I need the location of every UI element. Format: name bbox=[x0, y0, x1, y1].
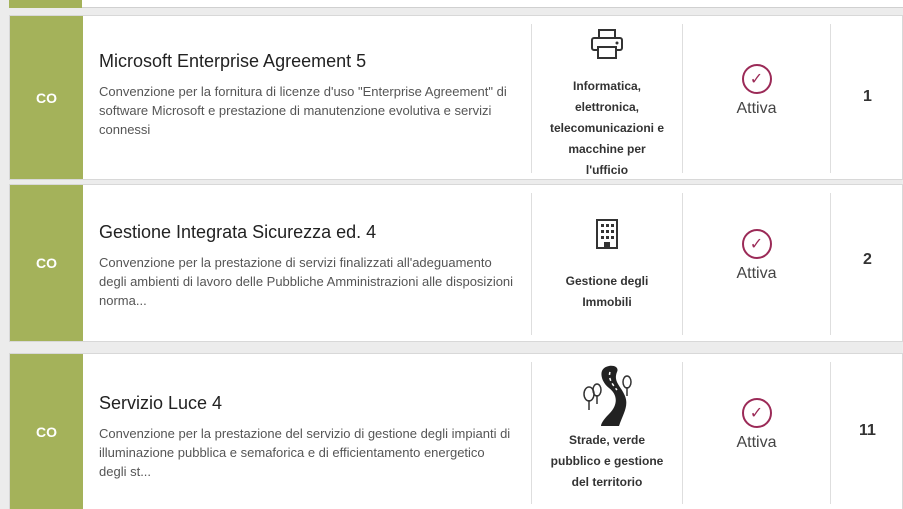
card-main: Microsoft Enterprise Agreement 5 Convenz… bbox=[83, 16, 531, 179]
card-title[interactable]: Microsoft Enterprise Agreement 5 bbox=[99, 50, 515, 72]
status-label: Attiva bbox=[736, 434, 777, 451]
status-column: ✓ Attiva bbox=[682, 193, 830, 335]
card-main: Servizio Luce 4 Convenzione per la prest… bbox=[83, 354, 531, 509]
convention-card[interactable]: CO Gestione Integrata Sicurezza ed. 4 Co… bbox=[9, 184, 903, 342]
category-column: Gestione degli Immobili bbox=[531, 193, 682, 335]
status-label: Attiva bbox=[736, 100, 777, 117]
convention-card[interactable]: CO Microsoft Enterprise Agreement 5 Conv… bbox=[9, 15, 903, 180]
card-description: Convenzione per la fornitura di licenze … bbox=[99, 84, 507, 137]
card-main: Gestione Integrata Sicurezza ed. 4 Conve… bbox=[83, 185, 531, 341]
previous-row-stub bbox=[9, 0, 903, 8]
status-column: ✓ Attiva bbox=[682, 24, 830, 173]
type-tag: CO bbox=[10, 185, 83, 341]
card-title[interactable]: Gestione Integrata Sicurezza ed. 4 bbox=[99, 221, 515, 243]
road-trees-icon bbox=[579, 364, 635, 431]
count-column: 1 bbox=[830, 24, 903, 173]
count-value: 2 bbox=[863, 251, 872, 268]
check-circle-icon: ✓ bbox=[741, 64, 772, 94]
card-title[interactable]: Servizio Luce 4 bbox=[99, 392, 515, 414]
previous-row-tag bbox=[9, 0, 82, 8]
count-column: 2 bbox=[830, 193, 903, 335]
count-column: 11 bbox=[830, 362, 903, 504]
building-icon bbox=[594, 219, 620, 254]
type-tag: CO bbox=[10, 354, 83, 509]
printer-icon bbox=[589, 28, 625, 65]
status-label: Attiva bbox=[736, 265, 777, 282]
card-description: Convenzione per la prestazione di serviz… bbox=[99, 255, 514, 308]
category-label: Gestione degli Immobili bbox=[565, 274, 649, 309]
check-circle-icon: ✓ bbox=[741, 398, 772, 428]
count-value: 11 bbox=[859, 422, 876, 439]
category-label: Informatica, elettronica, telecomunicazi… bbox=[549, 79, 665, 177]
card-description: Convenzione per la prestazione del servi… bbox=[99, 426, 511, 479]
count-value: 1 bbox=[863, 88, 872, 105]
category-column: Strade, verde pubblico e gestione del te… bbox=[531, 362, 682, 504]
category-column: Informatica, elettronica, telecomunicazi… bbox=[531, 24, 682, 177]
convention-card[interactable]: CO Servizio Luce 4 Convenzione per la pr… bbox=[9, 353, 903, 509]
status-column: ✓ Attiva bbox=[682, 362, 830, 504]
type-tag: CO bbox=[10, 16, 83, 179]
check-circle-icon: ✓ bbox=[741, 229, 772, 259]
category-label: Strade, verde pubblico e gestione del te… bbox=[550, 433, 664, 489]
